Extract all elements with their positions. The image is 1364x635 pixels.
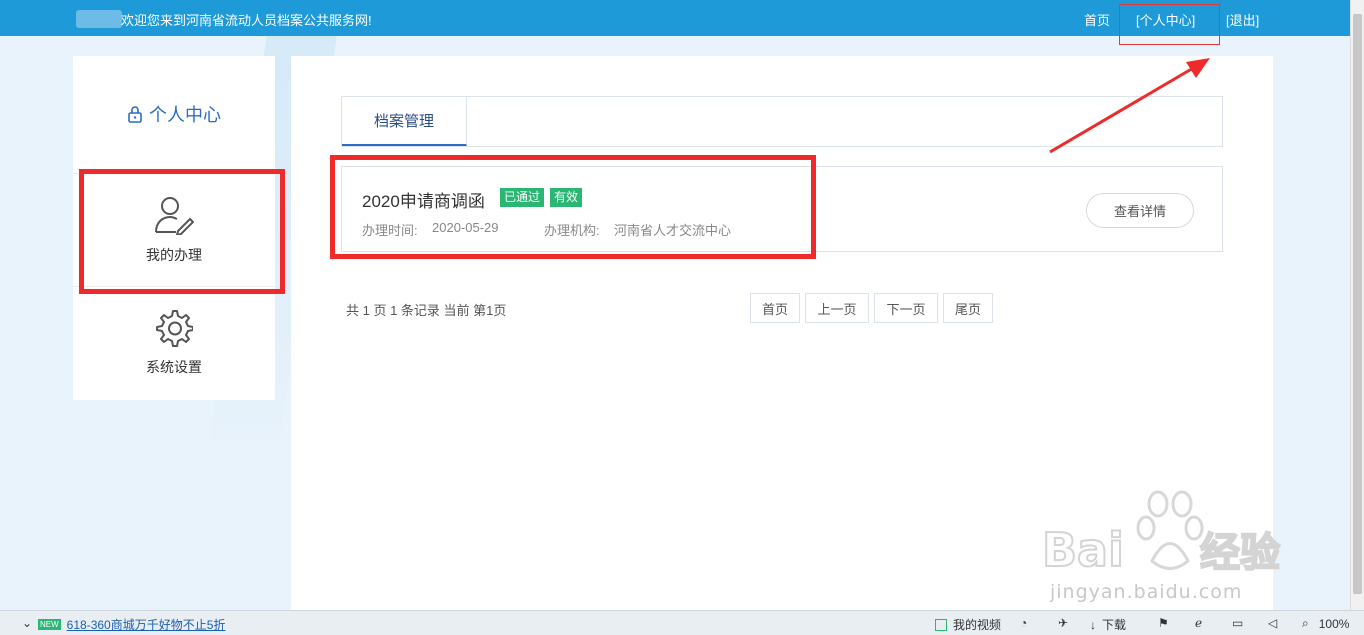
lock-icon [128, 106, 142, 123]
last-page-button[interactable]: 尾页 [943, 293, 993, 323]
logout-link[interactable]: [退出] [1226, 10, 1259, 29]
download-arrow-icon: ↓ [1090, 617, 1096, 632]
home-link[interactable]: 首页 [1084, 10, 1110, 29]
first-page-button[interactable]: 首页 [750, 293, 800, 323]
zoom-level: 100% [1318, 616, 1350, 631]
flag-icon[interactable]: ⚑ [1158, 616, 1169, 630]
blurred-username [76, 10, 122, 28]
gear-icon [156, 309, 193, 347]
promo-item[interactable]: NEW 618-360商城万千好物不止5折 [38, 616, 225, 633]
annotation-box-sidebar [79, 169, 285, 294]
sidebar-item-system-settings[interactable]: 系统设置 [73, 286, 275, 398]
magnifier-icon: ⌕ [1302, 616, 1309, 630]
sidebar-item-label: 系统设置 [146, 358, 202, 375]
tab-archive-management[interactable]: 档案管理 [342, 97, 467, 146]
sidebar-title: 个人中心 [73, 56, 275, 172]
my-video-item[interactable]: 我的视频 [935, 616, 1001, 633]
annotation-box-personal-center [1119, 4, 1220, 45]
video-icon [935, 618, 947, 631]
prev-page-button[interactable]: 上一页 [805, 293, 869, 323]
pin-icon[interactable]: ✈ [1058, 616, 1068, 630]
browser-status-bar: ⌄ NEW 618-360商城万千好物不止5折 我的视频 ◔ ✈ ↓ 下载 ⚑ … [0, 610, 1364, 635]
window-icon[interactable]: ▭ [1232, 616, 1243, 630]
view-details-button[interactable]: 查看详情 [1086, 193, 1194, 228]
annotation-box-record [330, 155, 816, 259]
ie-icon[interactable]: ℯ [1195, 616, 1202, 630]
svg-text:jingyan.baidu.com: jingyan.baidu.com [1049, 581, 1242, 603]
volume-icon[interactable]: ◁ [1268, 616, 1277, 630]
promo-link[interactable]: 618-360商城万千好物不止5折 [67, 616, 226, 633]
status-chevron-icon[interactable]: ⌄ [22, 616, 32, 630]
page-scrollbar[interactable] [1350, 0, 1364, 610]
zoom-item[interactable]: ⌕ 100% [1302, 616, 1349, 631]
download-label: 下载 [1102, 618, 1127, 632]
annotation-arrow [1049, 58, 1210, 154]
welcome-text: 欢迎您来到河南省流动人员档案公共服务网! [121, 13, 372, 28]
sidebar-title-label: 个人中心 [149, 105, 221, 125]
new-badge: NEW [38, 619, 61, 630]
svg-text:经验: 经验 [1200, 530, 1280, 576]
my-video-label: 我的视频 [953, 618, 1002, 632]
download-item[interactable]: ↓ 下载 [1090, 616, 1126, 633]
baidu-jingyan-watermark: Bai 经验 jingyan.baidu.com [1041, 490, 1281, 603]
next-page-button[interactable]: 下一页 [874, 293, 938, 323]
speed-icon[interactable]: ◔ [1020, 616, 1027, 630]
svg-text:Bai: Bai [1042, 523, 1124, 577]
pagination-info: 共 1 页 1 条记录 当前 第1页 [346, 303, 507, 318]
